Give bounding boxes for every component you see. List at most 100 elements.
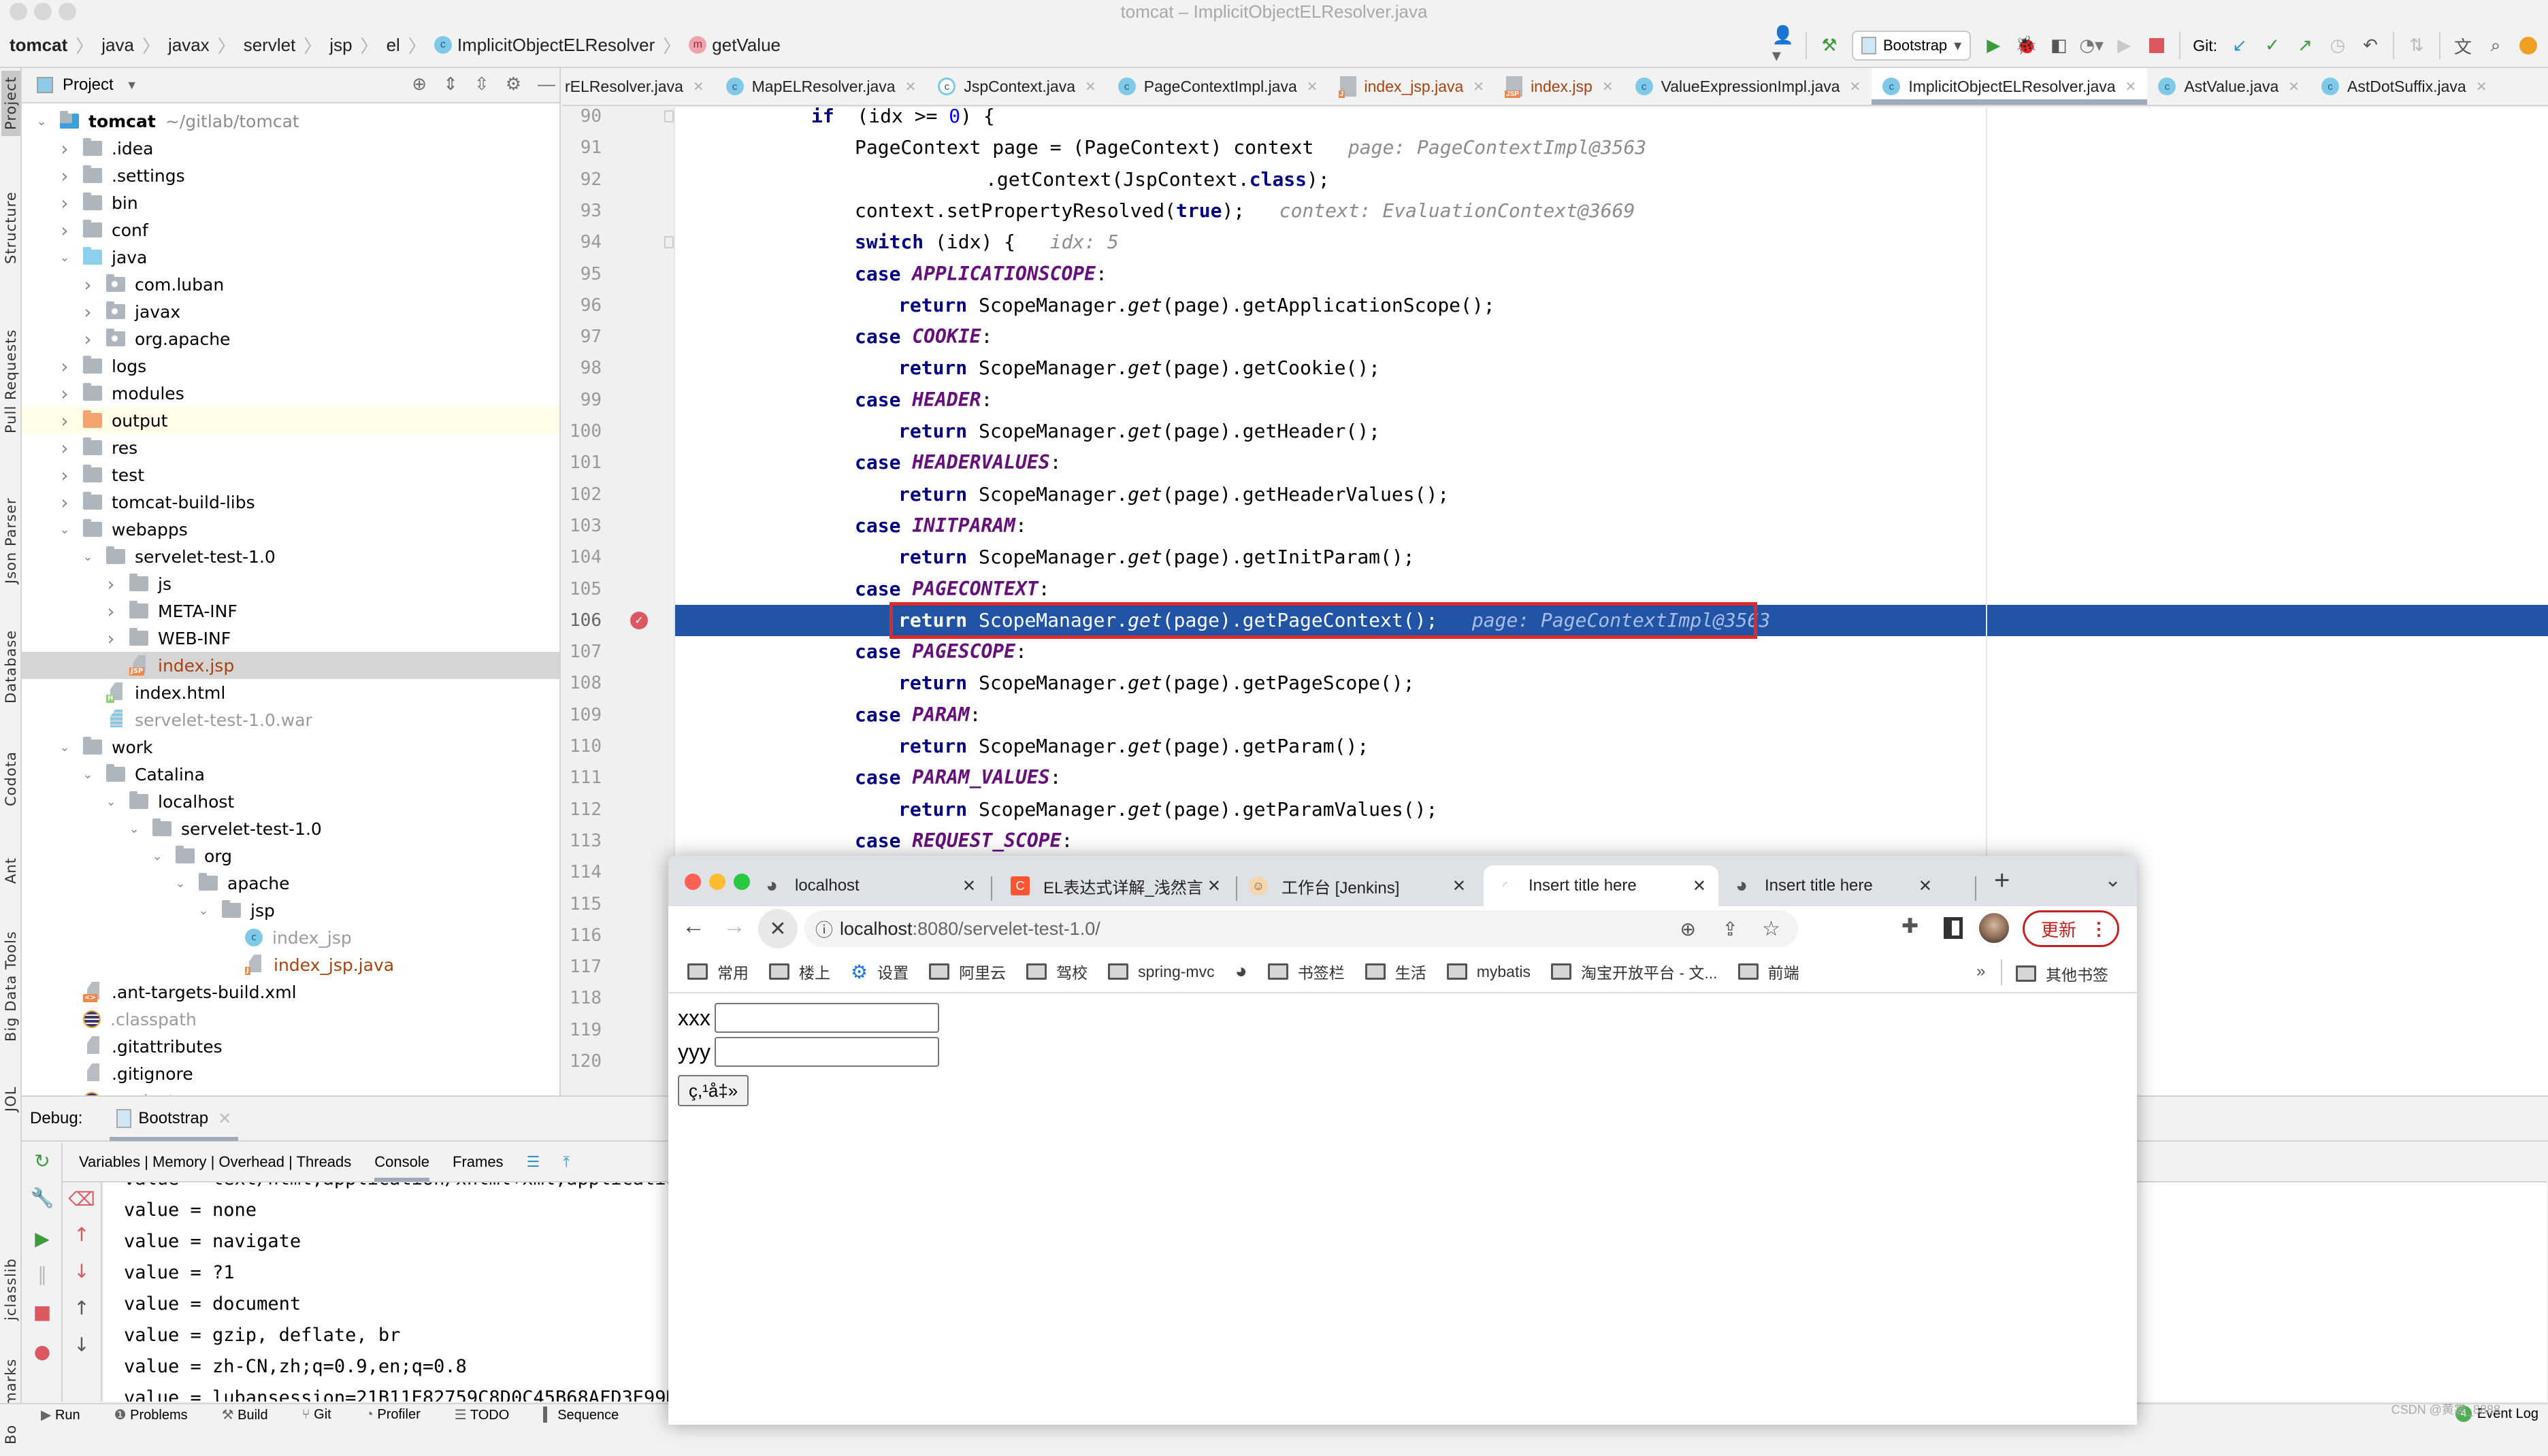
stop-icon[interactable]: ■ xyxy=(29,1301,56,1323)
editor-gutter[interactable]: 9091929394959697989910010110210310410510… xyxy=(562,107,675,1095)
bookmark-item[interactable]: spring-mvc xyxy=(1108,963,1214,981)
other-bookmarks[interactable]: 其他书签 xyxy=(2016,962,2108,985)
collapse-all-icon[interactable]: ⇳ xyxy=(474,73,489,95)
restore-layout-icon[interactable]: ⤒ xyxy=(563,1153,570,1171)
project-view-select[interactable]: Project xyxy=(63,76,114,95)
browser-tab[interactable]: ◕Insert title here✕ xyxy=(1720,865,1944,906)
pause-icon[interactable]: ‖ xyxy=(29,1263,56,1285)
breadcrumb-item[interactable]: javax xyxy=(168,35,210,56)
tree-item[interactable]: ›modules xyxy=(22,380,559,407)
browser-tab[interactable]: ☺工作台 [Jenkins]✕ xyxy=(1237,865,1478,906)
bookmark-item[interactable]: 楼上 xyxy=(769,960,830,983)
browser-tab[interactable]: CEL表达式详解_浅然言✕ xyxy=(998,865,1233,906)
chevron-right-icon[interactable]: › xyxy=(57,192,72,214)
chevron-down-icon[interactable]: ⌄ xyxy=(80,767,95,782)
tree-item[interactable]: ⌄webapps xyxy=(22,516,559,543)
breadcrumb-item[interactable]: jsp xyxy=(329,35,352,56)
bookmarks-overflow-button[interactable]: » xyxy=(1976,962,1985,981)
code-line[interactable]: return ScopeManager.get(page).getHeaderV… xyxy=(675,479,2548,510)
rollback-icon[interactable]: ↶ xyxy=(2360,35,2381,56)
tree-item[interactable]: JSPindex.jsp xyxy=(22,652,559,679)
bookmark-item[interactable]: 生活 xyxy=(1365,960,1426,983)
close-tab-icon[interactable]: ✕ xyxy=(905,78,917,95)
code-line[interactable]: return ScopeManager.get(page).getInitPar… xyxy=(675,542,2548,573)
code-line[interactable]: switch (idx) { idx: 5 xyxy=(675,227,2548,258)
run-icon[interactable]: ▶ xyxy=(1983,35,2004,56)
tree-item[interactable]: servelet-test-1.0.war xyxy=(22,706,559,733)
update-browser-button[interactable]: 更新⋮ xyxy=(2023,910,2119,947)
close-tab-icon[interactable]: ✕ xyxy=(1850,78,1861,95)
side-panel-icon[interactable] xyxy=(1944,917,1963,939)
tree-item[interactable]: ⌄tomcat~/gitlab/tomcat xyxy=(22,107,559,135)
ide-avatar-icon[interactable] xyxy=(2518,35,2538,56)
tree-item[interactable]: ›output xyxy=(22,407,559,434)
tool-tab-codota[interactable]: Codota xyxy=(1,735,20,823)
code-line[interactable]: case PAGECONTEXT: xyxy=(675,574,2548,605)
tool-tab-database[interactable]: Database xyxy=(1,612,20,721)
tree-item[interactable]: .classpath xyxy=(22,1006,559,1033)
new-tab-button[interactable]: + xyxy=(1994,865,2010,896)
breadcrumb-item[interactable]: tomcat xyxy=(10,35,67,56)
chevron-down-icon[interactable]: ⌄ xyxy=(34,114,49,129)
chevron-right-icon[interactable]: › xyxy=(57,410,72,432)
locate-file-icon[interactable]: ⊕ xyxy=(412,73,427,95)
bookmark-item[interactable]: 书签栏 xyxy=(1268,960,1345,983)
chevron-down-icon[interactable]: ⌄ xyxy=(127,822,142,836)
layout-icon[interactable]: ☰ xyxy=(527,1153,540,1171)
code-line[interactable]: return ScopeManager.get(page).getPageSco… xyxy=(675,667,2548,699)
tree-item[interactable]: ›bin xyxy=(22,189,559,216)
tree-item[interactable]: ›logs xyxy=(22,352,559,380)
settings-wrench-icon[interactable]: 🔧 xyxy=(29,1187,56,1209)
close-tab-icon[interactable]: ✕ xyxy=(1693,876,1706,896)
code-line[interactable]: return ScopeManager.get(page).getCookie(… xyxy=(675,352,2548,384)
clear-console-icon[interactable]: ⌫ xyxy=(68,1188,95,1210)
tree-item[interactable]: .gitattributes xyxy=(22,1033,559,1060)
tool-tab-structure[interactable]: Structure xyxy=(1,177,20,279)
debug-subtab[interactable]: Console xyxy=(374,1153,429,1182)
chevron-right-icon[interactable]: › xyxy=(103,573,118,595)
chevron-right-icon[interactable]: › xyxy=(57,464,72,486)
profile-icon[interactable]: ◔▾ xyxy=(2081,35,2102,56)
more-menu-icon[interactable]: ⋮ xyxy=(2090,919,2108,940)
bookmark-item[interactable]: 常用 xyxy=(687,960,749,983)
resume-icon[interactable]: ▶ xyxy=(29,1227,56,1250)
bookmark-item[interactable]: 阿里云 xyxy=(929,960,1006,983)
tree-item[interactable]: ⌄jsp xyxy=(22,897,559,924)
tree-item[interactable]: ›META-INF xyxy=(22,597,559,625)
bottom-tab-profiler[interactable]: ◔ Profiler xyxy=(365,1407,421,1423)
tool-tab-pull-requests[interactable]: Pull Requests xyxy=(1,299,20,463)
code-line[interactable]: return ScopeManager.get(page).getParam()… xyxy=(675,731,2548,762)
tree-item[interactable]: ⌄localhost xyxy=(22,788,559,815)
rerun-icon[interactable]: ↻ xyxy=(29,1150,56,1172)
user-icon[interactable]: 👤▾ xyxy=(1773,35,1793,56)
bookmark-item[interactable]: 淘宝开放平台 - 文... xyxy=(1551,960,1718,983)
vcs-operations-icon[interactable]: ⇅ xyxy=(2406,35,2427,56)
address-bar[interactable]: ⓘ localhost:8080/servelet-test-1.0/ ⊕ ⇪ … xyxy=(804,910,1798,947)
scroll-up-icon[interactable]: ↑ xyxy=(68,1297,95,1319)
tree-item[interactable]: ›tomcat-build-libs xyxy=(22,489,559,516)
run-configuration-select[interactable]: Bootstrap ▾ xyxy=(1852,31,1971,61)
tool-tab-ant[interactable]: Ant xyxy=(1,837,20,905)
chevron-down-icon[interactable]: ⌄ xyxy=(103,795,118,809)
chevron-down-icon[interactable]: ⌄ xyxy=(57,250,72,265)
profile-avatar[interactable] xyxy=(1979,913,2009,943)
history-icon[interactable]: ◷ xyxy=(2328,35,2348,56)
chevron-right-icon[interactable]: › xyxy=(103,600,118,623)
git-commit-icon[interactable]: ✓ xyxy=(2262,35,2283,56)
tree-item[interactable]: ⌄Catalina xyxy=(22,761,559,788)
debug-subtab[interactable]: Frames xyxy=(453,1153,504,1171)
chevron-down-icon[interactable]: ⌄ xyxy=(150,849,165,863)
tree-item[interactable]: Jindex_jsp.java xyxy=(22,951,559,978)
bookmark-item[interactable]: 驾校 xyxy=(1026,960,1088,983)
tool-tab-json-parser[interactable]: Json Parser xyxy=(1,476,20,606)
tree-item[interactable]: ⌄java xyxy=(22,244,559,271)
bottom-tab-run[interactable]: ▶ Run xyxy=(41,1406,80,1423)
code-line[interactable]: case INITPARAM: xyxy=(675,510,2548,542)
stop-loading-icon[interactable]: ✕ xyxy=(758,909,798,948)
chevron-down-icon[interactable]: ⌄ xyxy=(196,904,211,918)
breadcrumb-item[interactable]: el xyxy=(387,35,400,56)
fold-marker-icon[interactable] xyxy=(664,110,674,122)
back-icon[interactable]: ← xyxy=(682,913,705,940)
chevron-right-icon[interactable]: › xyxy=(103,627,118,650)
bottom-tab-todo[interactable]: ☰ TODO xyxy=(455,1406,510,1423)
